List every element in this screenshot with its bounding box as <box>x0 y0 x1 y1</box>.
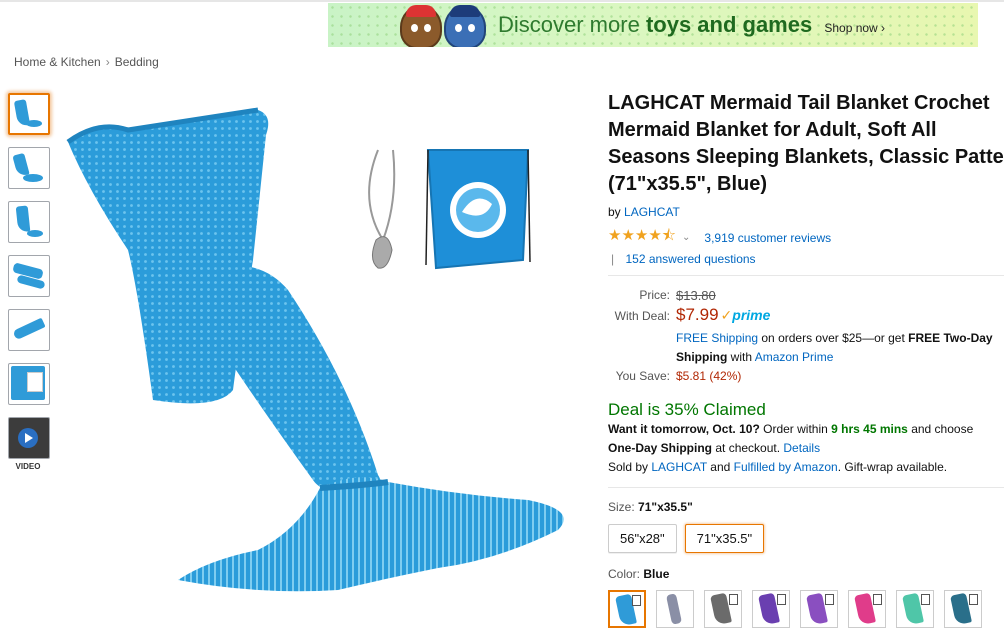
promo-banner[interactable]: Discover more toys and games Shop now › <box>328 3 978 47</box>
time-left: 9 hrs 45 mins <box>831 422 908 436</box>
prime-logo[interactable]: ✓prime <box>721 305 771 325</box>
color-swatch-purple[interactable] <box>752 590 790 628</box>
seller-link[interactable]: LAGHCAT <box>651 460 707 474</box>
price-table: Price: $13.80 With Deal: $7.99 ✓prime FR… <box>608 286 1004 386</box>
necklace-image <box>368 149 396 269</box>
by-prefix: by <box>608 205 621 219</box>
savings-row: You Save: $5.81 (42%) <box>608 367 1004 386</box>
banner-text-prefix: Discover more <box>498 12 640 37</box>
color-swatch-blue[interactable] <box>608 590 646 628</box>
details-link[interactable]: Details <box>783 441 820 455</box>
drawstring-bag-image <box>425 149 531 270</box>
save-value: $5.81 (42%) <box>676 369 742 383</box>
order-within: Order within <box>759 422 832 436</box>
fulfilled-by-amazon-link[interactable]: Fulfilled by Amazon <box>734 460 838 474</box>
product-title: LAGHCAT Mermaid Tail Blanket Crochet Mer… <box>608 90 1004 198</box>
seller-line: Sold by LAGHCAT and Fulfilled by Amazon.… <box>608 458 1004 477</box>
qa-separator: | <box>611 252 615 266</box>
thumbnail-2[interactable] <box>8 147 50 189</box>
size-label: Size: 71"x35.5" <box>608 500 1004 514</box>
sold-by: Sold by <box>608 460 652 474</box>
breadcrumb: Home & Kitchen › Bedding <box>14 55 159 69</box>
thumbnail-6[interactable] <box>8 363 50 405</box>
product-title-line: Seasons Sleeping Blankets, Classic Patte… <box>608 146 1004 168</box>
list-price: $13.80 <box>676 288 716 303</box>
and-text: and <box>706 460 734 474</box>
want-it-tomorrow: Want it tomorrow, Oct. 10? <box>608 422 760 436</box>
thumbnail-4[interactable] <box>8 255 50 297</box>
shipping-text: on orders over $25—or get <box>758 331 909 345</box>
selected-color: Blue <box>643 567 670 581</box>
chevron-down-icon[interactable]: ⌄ <box>682 232 690 243</box>
product-title-line: LAGHCAT Mermaid Tail Blanket Crochet <box>608 92 990 114</box>
prime-word: prime <box>732 307 771 323</box>
reviews-link[interactable]: 3,919 customer reviews <box>704 231 831 245</box>
brand-link[interactable]: LAGHCAT <box>624 205 680 219</box>
save-label: You Save: <box>615 369 670 383</box>
color-swatch-violet[interactable] <box>800 590 838 628</box>
thumbnail-video[interactable] <box>8 417 50 459</box>
product-title-line: Mermaid Blanket for Adult, Soft All <box>608 119 937 141</box>
deal-price: $7.99 <box>676 305 719 324</box>
product-info: LAGHCAT Mermaid Tail Blanket Crochet Mer… <box>608 90 1004 628</box>
delivery-info: Want it tomorrow, Oct. 10? Order within … <box>608 420 1004 477</box>
product-title-line: (71"x35.5", Blue) <box>608 173 768 195</box>
size-option-56x28[interactable]: 56"x28" <box>608 524 677 553</box>
divider <box>608 487 1004 488</box>
banner-shop-now-link[interactable]: Shop now › <box>824 21 885 35</box>
video-label: VIDEO <box>15 462 41 471</box>
byline: by LAGHCAT <box>608 205 1004 219</box>
mermaid-blanket-image <box>66 107 564 592</box>
banner-text: Discover more toys and games Shop now › <box>498 12 885 38</box>
amazon-prime-link[interactable]: Amazon Prime <box>755 350 834 364</box>
gift-wrap-text: . Gift-wrap available. <box>837 460 948 474</box>
thumbnail-3[interactable] <box>8 201 50 243</box>
answered-questions-link[interactable]: 152 answered questions <box>625 252 755 266</box>
color-swatch-mint[interactable] <box>896 590 934 628</box>
rating-row: ★★★★⯪ ⌄ 3,919 customer reviews <box>608 225 1004 250</box>
qa-row: | 152 answered questions <box>608 252 1004 266</box>
color-swatch-teal[interactable] <box>944 590 982 628</box>
main-product-image[interactable] <box>58 90 578 610</box>
color-swatch-pink[interactable] <box>848 590 886 628</box>
star-rating-icon[interactable]: ★★★★⯪ <box>608 225 676 250</box>
size-options: 56"x28" 71"x35.5" <box>608 524 1004 553</box>
list-price-row: Price: $13.80 <box>608 286 1004 305</box>
breadcrumb-home-kitchen[interactable]: Home & Kitchen <box>14 55 101 69</box>
two-day-text: FREE Two-Day <box>908 331 993 345</box>
deal-price-row: With Deal: $7.99 ✓prime <box>608 305 1004 326</box>
prime-check-icon: ✓ <box>720 307 733 323</box>
selected-size: 71"x35.5" <box>638 500 693 514</box>
shipping-bold-2: Shipping <box>676 350 728 364</box>
free-shipping-link[interactable]: FREE Shipping <box>676 331 758 345</box>
pup-character-icon <box>444 5 486 47</box>
color-swatch-gray[interactable] <box>656 590 694 628</box>
color-label: Color: Blue <box>608 567 1004 581</box>
color-swatches <box>608 590 1004 628</box>
thumbnail-1[interactable] <box>8 93 50 135</box>
size-option-71x35[interactable]: 71"x35.5" <box>684 524 765 553</box>
divider <box>608 275 1004 276</box>
color-label-text: Color: <box>608 567 641 581</box>
price-label: Price: <box>639 288 670 302</box>
size-label-text: Size: <box>608 500 635 514</box>
shipping-row: FREE Shipping on orders over $25—or get … <box>608 329 1004 348</box>
breadcrumb-separator: › <box>105 55 110 69</box>
deal-claimed: Deal is 35% Claimed <box>608 400 766 419</box>
thumbnail-strip: VIDEO <box>8 93 50 471</box>
at-checkout: at checkout. <box>712 441 784 455</box>
pup-character-icon <box>400 5 442 47</box>
one-day-shipping: One-Day Shipping <box>608 441 713 455</box>
and-choose: and choose <box>907 422 974 436</box>
breadcrumb-bedding[interactable]: Bedding <box>115 55 159 69</box>
shipping-row-2: Shipping with Amazon Prime <box>608 348 1004 367</box>
delivery-line-1: Want it tomorrow, Oct. 10? Order within … <box>608 420 1004 439</box>
top-border <box>0 0 1004 2</box>
delivery-line-2: One-Day Shipping at checkout. Details <box>608 439 1004 458</box>
shipping-with: with <box>727 350 755 364</box>
color-swatch-dark-gray[interactable] <box>704 590 742 628</box>
thumbnail-5[interactable] <box>8 309 50 351</box>
deal-label: With Deal: <box>614 309 670 323</box>
banner-text-bold: toys and games <box>645 12 813 37</box>
